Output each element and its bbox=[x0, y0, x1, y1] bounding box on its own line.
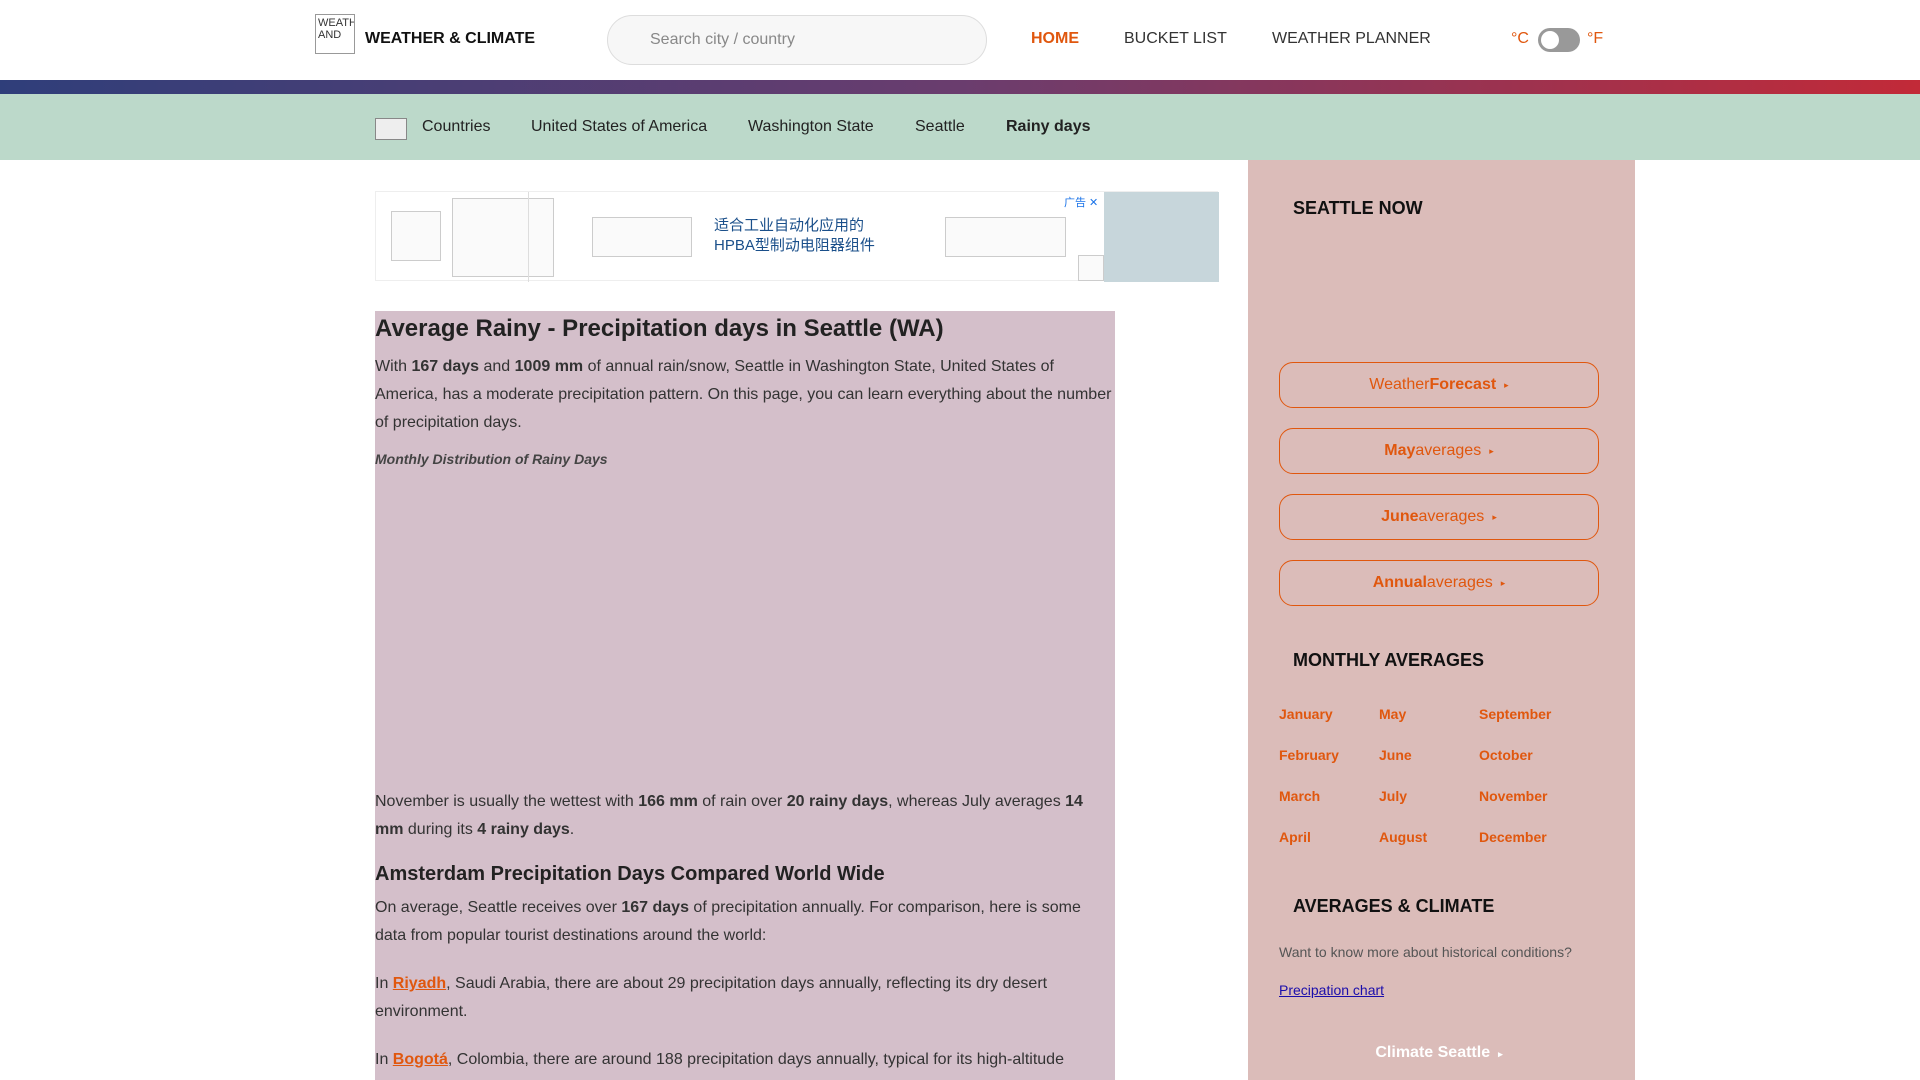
june-averages-button[interactable]: June averages ▸ bbox=[1279, 494, 1599, 540]
riyadh-paragraph: In Riyadh, Saudi Arabia, there are about… bbox=[375, 975, 1048, 1020]
breadcrumb-seattle[interactable]: Seattle bbox=[915, 118, 965, 136]
bogota-link[interactable]: Bogotá bbox=[393, 1051, 448, 1068]
page-title: Average Rainy - Precipitation days in Se… bbox=[375, 315, 944, 342]
month-link-september[interactable]: September bbox=[1479, 706, 1551, 722]
breadcrumb: Countries United States of America Washi… bbox=[0, 94, 1920, 160]
arrow-right-icon: ▸ bbox=[1489, 445, 1494, 456]
home-icon[interactable] bbox=[375, 118, 407, 140]
breadcrumb-usa[interactable]: United States of America bbox=[531, 118, 707, 136]
rainy-days-chart bbox=[375, 467, 1115, 777]
arrow-right-icon: ▸ bbox=[1504, 379, 1509, 390]
month-link-june[interactable]: June bbox=[1379, 747, 1412, 763]
month-link-august[interactable]: August bbox=[1379, 829, 1427, 845]
month-link-february[interactable]: February bbox=[1279, 747, 1339, 763]
ad-choices-icon[interactable] bbox=[1078, 255, 1104, 281]
month-link-april[interactable]: April bbox=[1279, 829, 1311, 845]
month-link-may[interactable]: May bbox=[1379, 706, 1406, 722]
climate-seattle-link[interactable]: Climate Seattle ▸ bbox=[1279, 1044, 1599, 1062]
seattle-now-heading: SEATTLE NOW bbox=[1293, 198, 1423, 218]
chart-caption: Monthly Distribution of Rainy Days bbox=[375, 451, 608, 467]
month-link-november[interactable]: November bbox=[1479, 788, 1547, 804]
arrow-right-icon: ▸ bbox=[1500, 577, 1506, 588]
month-link-october[interactable]: October bbox=[1479, 747, 1533, 763]
unit-toggle[interactable] bbox=[1538, 28, 1580, 52]
riyadh-link[interactable]: Riyadh bbox=[393, 975, 446, 992]
nav-home[interactable]: HOME bbox=[1031, 30, 1079, 48]
site-header: WEATHER AND WEATHER & CLIMATE HOME BUCKE… bbox=[0, 0, 1920, 80]
precipitation-chart-link[interactable]: Precipation chart bbox=[1279, 982, 1384, 998]
breadcrumb-current: Rainy days bbox=[1006, 118, 1091, 135]
ad-side-panel bbox=[1104, 192, 1219, 282]
search-input[interactable] bbox=[650, 31, 950, 49]
compare-paragraph: On average, Seattle receives over 167 da… bbox=[375, 899, 1081, 944]
ad-divider bbox=[528, 192, 529, 282]
brand-name[interactable]: WEATHER & CLIMATE bbox=[365, 30, 535, 48]
month-link-march[interactable]: March bbox=[1279, 788, 1320, 804]
breadcrumb-countries[interactable]: Countries bbox=[422, 118, 490, 136]
wettest-paragraph: November is usually the wettest with 166… bbox=[375, 793, 1083, 838]
ad-close-icon[interactable]: 广告 ✕ bbox=[1064, 194, 1098, 210]
celsius-label[interactable]: °C bbox=[1511, 30, 1529, 48]
ad-image-3[interactable] bbox=[592, 217, 692, 257]
monthly-averages-heading: MONTHLY AVERAGES bbox=[1293, 650, 1485, 670]
ad-image-2[interactable] bbox=[452, 198, 554, 277]
ad-text-line-1: 适合工业自动化应用的 bbox=[714, 217, 865, 234]
main-article: Average Rainy - Precipitation days in Se… bbox=[375, 311, 1115, 1080]
ad-text[interactable]: 适合工业自动化应用的 HPBA型制动电阻器组件 bbox=[714, 216, 875, 256]
fahrenheit-label[interactable]: °F bbox=[1587, 30, 1603, 48]
sidebar: SEATTLE NOW Weather Forecast ▸ May averag… bbox=[1248, 160, 1635, 1080]
compare-heading: Amsterdam Precipitation Days Compared Wo… bbox=[375, 863, 885, 885]
ad-image-4[interactable] bbox=[945, 217, 1066, 257]
month-link-december[interactable]: December bbox=[1479, 829, 1547, 845]
arrow-right-icon: ▸ bbox=[1498, 1049, 1503, 1059]
intro-paragraph: With 167 days and 1009 mm of annual rain… bbox=[375, 358, 1112, 431]
annual-averages-button[interactable]: Annual averages ▸ bbox=[1279, 560, 1599, 606]
advertisement[interactable]: 适合工业自动化应用的 HPBA型制动电阻器组件 广告 ✕ bbox=[375, 191, 1219, 282]
ad-image-1[interactable] bbox=[391, 211, 441, 261]
nav-bucket-list[interactable]: BUCKET LIST bbox=[1124, 30, 1227, 48]
ad-text-line-2: HPBA型制动电阻器组件 bbox=[714, 237, 875, 254]
weather-forecast-button[interactable]: Weather Forecast ▸ bbox=[1279, 362, 1599, 408]
month-link-july[interactable]: July bbox=[1379, 788, 1407, 804]
averages-climate-heading: AVERAGES & CLIMATE bbox=[1293, 896, 1495, 916]
bogota-paragraph: In Bogotá, Colombia, there are around 18… bbox=[375, 1051, 1064, 1068]
header-gradient-bar bbox=[0, 80, 1920, 94]
site-logo[interactable]: WEATHER AND bbox=[315, 14, 355, 54]
nav-weather-planner[interactable]: WEATHER PLANNER bbox=[1272, 30, 1431, 48]
climate-note: Want to know more about historical condi… bbox=[1279, 944, 1572, 960]
arrow-right-icon: ▸ bbox=[1492, 511, 1497, 522]
toggle-knob bbox=[1541, 31, 1559, 49]
month-link-january[interactable]: January bbox=[1279, 706, 1333, 722]
may-averages-button[interactable]: May averages ▸ bbox=[1279, 428, 1599, 474]
search-box[interactable] bbox=[607, 15, 987, 65]
breadcrumb-washington[interactable]: Washington State bbox=[748, 118, 874, 136]
